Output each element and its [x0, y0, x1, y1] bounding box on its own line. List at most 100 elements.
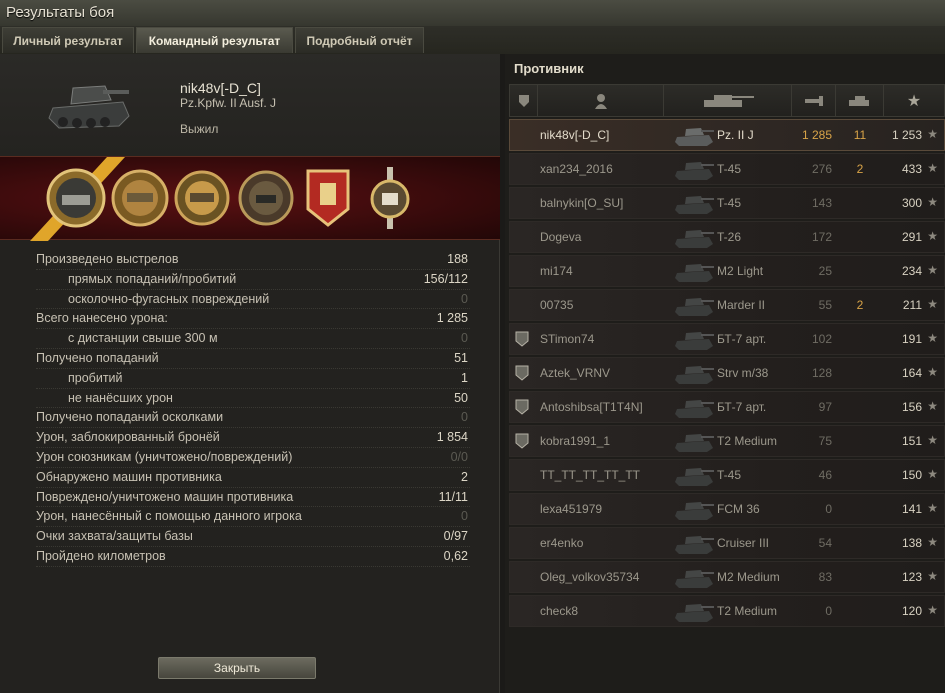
xp-value: 150: [901, 468, 922, 482]
xp-value: 156: [901, 400, 922, 414]
table-row[interactable]: kobra1991_1 T2 Medium 75 151 ★: [509, 425, 945, 457]
ace-tanker-medal-icon[interactable]: [46, 165, 106, 231]
class-1-medal-icon[interactable]: [110, 165, 170, 231]
xp-column-icon[interactable]: ★: [884, 85, 944, 116]
damage-value: 83: [818, 570, 832, 584]
tank-name: Cruiser III: [717, 536, 770, 550]
damage-value: 172: [811, 230, 832, 244]
enemy-panel: Противник ★ nik48v[-D_C] Pz. II J 1 285 11 1…: [505, 54, 945, 693]
damage-value: 102: [811, 332, 832, 346]
tank-name: Pz. II J: [717, 128, 754, 142]
player-name: Aztek_VRNV: [540, 366, 611, 380]
kills-value: 11: [853, 128, 867, 142]
star-icon: ★: [927, 127, 938, 141]
stat-row: с дистанции свыше 300 м 0: [36, 329, 470, 349]
tank-name: M2 Light: [717, 264, 764, 278]
player-name: lexa451979: [540, 502, 603, 516]
stat-value: 1: [461, 370, 468, 385]
tank-icon: [675, 400, 714, 418]
star-icon: ★: [927, 263, 938, 277]
tank-name: M2 Medium: [717, 570, 780, 584]
stat-value: 0/97: [443, 529, 468, 544]
player-name: 00735: [540, 298, 574, 312]
stat-row: Урон, заблокированный бронёй 1 854: [36, 428, 470, 448]
rank-badge-icon: [515, 331, 529, 347]
tab-detailed-report[interactable]: Подробный отчёт: [295, 27, 424, 53]
table-row[interactable]: TT_TT_TT_TT_TT T-45 46 150 ★: [509, 459, 945, 491]
tank-column-icon[interactable]: [664, 85, 792, 116]
class-2-medal-icon[interactable]: [172, 165, 232, 231]
table-row[interactable]: xan234_2016 T-45 276 2 433 ★: [509, 153, 945, 185]
defender-medal-icon[interactable]: [298, 165, 358, 231]
close-button[interactable]: Закрыть: [158, 657, 316, 679]
window-title: Результаты боя: [6, 4, 115, 21]
stat-label: Получено попаданий: [36, 350, 159, 365]
stat-label: Повреждено/уничтожено машин противника: [36, 489, 294, 504]
rank-column-icon[interactable]: [510, 85, 538, 116]
table-row[interactable]: check8 T2 Medium 0 120 ★: [509, 595, 945, 627]
table-row[interactable]: Aztek_VRNV Strv m/38 128 164 ★: [509, 357, 945, 389]
stat-label: Получено попаданий осколками: [36, 410, 224, 425]
tank-icon: [675, 502, 714, 520]
star-icon: ★: [927, 331, 938, 345]
xp-value: 123: [901, 570, 922, 584]
enemy-team-title: Противник: [514, 61, 584, 76]
player-name: TT_TT_TT_TT_TT: [540, 468, 640, 482]
stat-value: 188: [447, 252, 468, 266]
table-row[interactable]: 00735 Marder II 55 2 211 ★: [509, 289, 945, 321]
sharpshooter-medal-icon[interactable]: [236, 165, 296, 231]
player-column-icon[interactable]: [538, 85, 664, 116]
xp-value: 234: [901, 264, 922, 278]
tank-icon: [675, 162, 714, 180]
xp-value: 211: [902, 298, 922, 312]
stat-value: 0: [461, 509, 468, 524]
player-name: STimon74: [540, 332, 595, 346]
table-row[interactable]: er4enko Cruiser III 54 138 ★: [509, 527, 945, 559]
tab-bar: Личный результат Командный результат Под…: [0, 26, 945, 54]
stat-value: 50: [454, 390, 468, 405]
stats-list: Произведено выстрелов 188 прямых попаданий…: [36, 250, 470, 567]
player-name: kobra1991_1: [540, 434, 611, 448]
tank-name: T2 Medium: [717, 434, 778, 448]
stat-label: Пройдено километров: [36, 548, 166, 563]
table-row[interactable]: STimon74 БТ-7 арт. 102 191 ★: [509, 323, 945, 355]
star-icon: ★: [927, 433, 938, 447]
stat-value: 11/11: [438, 489, 468, 504]
stat-label: Урон, заблокированный бронёй: [36, 430, 220, 445]
tank-icon: [48, 85, 130, 129]
damage-value: 0: [825, 604, 832, 618]
tank-icon: [675, 366, 714, 384]
damage-value: 46: [818, 468, 832, 482]
tab-team-result[interactable]: Командный результат: [136, 27, 293, 53]
player-status: Выжил: [180, 122, 219, 136]
table-row[interactable]: nik48v[-D_C] Pz. II J 1 285 11 1 253 ★: [509, 119, 945, 151]
stat-label: Всего нанесено урона:: [36, 311, 168, 326]
tank-icon: [675, 298, 714, 316]
tank-icon: [675, 570, 714, 588]
table-row[interactable]: Dogeva T-26 172 291 ★: [509, 221, 945, 253]
table-row[interactable]: balnykin[O_SU] T-45 143 300 ★: [509, 187, 945, 219]
tank-icon: [675, 332, 714, 350]
table-row[interactable]: lexa451979 FCM 36 0 141 ★: [509, 493, 945, 525]
stat-row: Произведено выстрелов 188: [36, 250, 470, 270]
stat-row: Повреждено/уничтожено машин противника 11…: [36, 488, 470, 508]
medal-strip: [0, 156, 500, 241]
damage-value: 143: [811, 196, 832, 210]
damage-value: 1 285: [801, 128, 832, 142]
damage-column-icon[interactable]: [792, 85, 836, 116]
kills-column-icon[interactable]: [836, 85, 884, 116]
player-name: mi174: [540, 264, 573, 278]
table-row[interactable]: Oleg_volkov35734 M2 Medium 83 123 ★: [509, 561, 945, 593]
damage-value: 0: [825, 502, 832, 516]
top-gun-medal-icon[interactable]: [360, 165, 420, 231]
damage-value: 54: [818, 536, 832, 550]
star-icon: ★: [927, 161, 938, 175]
table-row[interactable]: mi174 M2 Light 25 234 ★: [509, 255, 945, 287]
table-row[interactable]: Antoshibsa[T1T4N] БТ-7 арт. 97 156 ★: [509, 391, 945, 423]
player-name: Oleg_volkov35734: [540, 570, 640, 584]
star-icon: ★: [927, 365, 938, 379]
stat-row: Обнаружено машин противника 2: [36, 468, 470, 488]
kills-value: 2: [856, 162, 864, 176]
tab-personal-result[interactable]: Личный результат: [2, 27, 134, 53]
tank-icon: [675, 128, 714, 146]
